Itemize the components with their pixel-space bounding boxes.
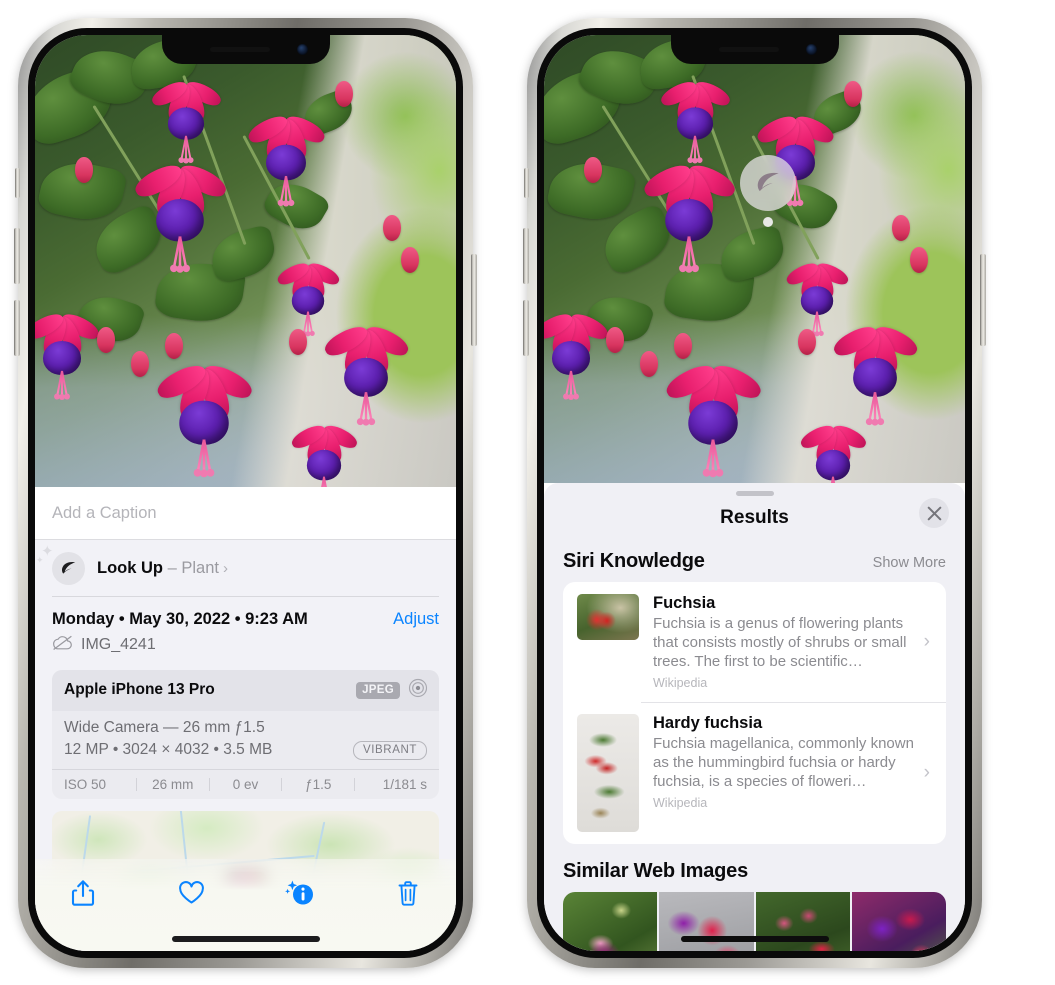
result-source: Wikipedia [653,796,708,810]
section-title: Similar Web Images [563,860,748,882]
look-up-row[interactable]: ✦ ✦ Look Up – Plant › [35,540,456,596]
mute-switch[interactable] [524,168,529,198]
result-description: Fuchsia is a genus of flowering plants t… [653,615,907,670]
siri-knowledge-header: Siri Knowledge Show More [544,540,965,582]
volume-up-button[interactable] [14,228,20,284]
camera-card-header: Apple iPhone 13 Pro JPEG [52,669,439,711]
results-sheet: Results Siri Knowledge Show More Fuchsia… [544,483,965,951]
web-image-thumbnail[interactable] [659,892,754,951]
exif-iso: ISO 50 [64,776,107,792]
similar-web-images-strip[interactable] [563,892,946,951]
lens-info: Wide Camera — 26 mm ƒ1.5 [64,718,265,736]
front-camera-icon [805,44,817,55]
leaf-icon [757,172,779,192]
look-up-subject: Plant [181,558,219,577]
photo-viewer[interactable] [544,35,965,483]
share-button[interactable] [61,873,105,913]
list-item[interactable]: Fuchsia Fuchsia is a genus of flowering … [563,582,946,702]
chevron-right-icon: › [923,631,930,652]
similar-web-images-header: Similar Web Images [544,844,965,892]
result-thumbnail [577,714,639,832]
volume-down-button[interactable] [523,300,529,356]
exif-focal: 26 mm [152,776,194,792]
earpiece-speaker [209,47,270,52]
close-icon [927,506,941,520]
device-bezel: Add a Caption ✦ ✦ Look Up – Plant › Mond… [28,28,463,958]
iphone-left-device: Add a Caption ✦ ✦ Look Up – Plant › Mond… [14,18,477,968]
capture-date: Monday • May 30, 2022 • 9:23 AM [52,609,308,628]
image-specs: 12 MP • 3024 × 4032 • 3.5 MB [64,741,273,758]
display-notch [161,35,330,64]
volume-down-button[interactable] [14,300,20,356]
home-indicator[interactable] [680,936,829,942]
adjust-button[interactable]: Adjust [393,610,439,629]
sheet-header: Results [544,496,965,540]
photos-detail-screen: Add a Caption ✦ ✦ Look Up – Plant › Mond… [35,35,456,951]
photographic-style-badge: VIBRANT [352,740,427,760]
icloud-slash-icon [52,635,73,656]
list-item[interactable]: Hardy fuchsia Fuchsia magellanica, commo… [563,702,946,844]
exif-exposure: 0 ev [232,776,259,792]
result-description: Fuchsia magellanica, commonly known as t… [653,735,914,790]
photo-metadata: Monday • May 30, 2022 • 9:23 AM Adjust I… [35,597,456,656]
exif-shutter: 1/181 s [382,776,427,792]
web-image-thumbnail[interactable] [851,892,946,951]
exif-aperture: ƒ1.5 [305,776,332,792]
visual-look-up-results-screen: Results Siri Knowledge Show More Fuchsia… [544,35,965,951]
siri-knowledge-card: Fuchsia Fuchsia is a genus of flowering … [563,582,946,844]
power-button[interactable] [471,254,477,346]
camera-aperture-icon [408,678,428,703]
device-name: Apple iPhone 13 Pro [64,681,215,698]
favorite-button[interactable] [169,873,213,913]
close-button[interactable] [919,498,949,528]
delete-button[interactable] [386,873,430,913]
look-up-separator: – [167,558,177,577]
caption-input[interactable]: Add a Caption [35,487,456,540]
visual-look-up-badge[interactable] [740,155,796,211]
sheet-title: Results [720,507,789,528]
chevron-right-icon: › [222,559,228,577]
filename: IMG_4241 [81,636,156,653]
section-title: Siri Knowledge [563,550,705,572]
sparkle-small-icon: ✦ [36,554,44,565]
show-more-button[interactable]: Show More [873,555,946,571]
home-indicator[interactable] [171,936,320,942]
mute-switch[interactable] [15,168,20,198]
result-title: Fuchsia [653,594,716,612]
info-button[interactable] [278,873,322,913]
camera-info-card[interactable]: Apple iPhone 13 Pro JPEG Wide Camera — 2… [52,669,439,799]
power-button[interactable] [980,254,986,346]
iphone-right-device: Results Siri Knowledge Show More Fuchsia… [523,18,986,968]
chevron-right-icon: › [923,762,930,783]
result-thumbnail [577,594,639,640]
earpiece-speaker [718,47,779,52]
result-title: Hardy fuchsia [653,714,763,732]
look-up-title: Look Up [97,558,163,577]
result-source: Wikipedia [653,676,708,690]
leaf-icon: ✦ ✦ [36,544,85,585]
front-camera-icon [296,44,308,55]
photo-viewer[interactable] [35,35,456,487]
web-image-thumbnail[interactable] [755,892,850,951]
exif-row: ISO 50 26 mm 0 ev ƒ1.5 1/181 s [52,768,439,799]
display-notch [670,35,839,64]
camera-card-body: Wide Camera — 26 mm ƒ1.5 12 MP • 3024 × … [52,711,439,769]
visual-look-up-anchor-dot [763,217,773,227]
web-image-thumbnail[interactable] [563,892,658,951]
volume-up-button[interactable] [523,228,529,284]
format-badge: JPEG [356,681,400,699]
device-bezel: Results Siri Knowledge Show More Fuchsia… [537,28,972,958]
look-up-label: Look Up – Plant [97,559,219,578]
